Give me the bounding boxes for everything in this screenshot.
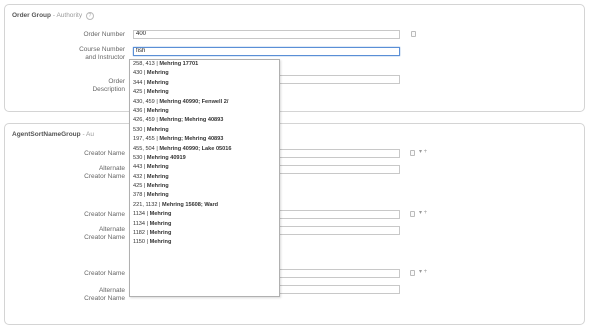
order-number-label: Order Number [83, 31, 125, 38]
alternate-creator-name-label: Alternate Creator Name [84, 226, 125, 241]
autocomplete-option[interactable]: 1134 | Mehring [130, 210, 279, 219]
autocomplete-option-description: Mehring 15608; Ward [162, 201, 219, 208]
order-group-title: Order Group [12, 12, 52, 19]
alternate-creator-name-label: Alternate Creator Name [84, 287, 125, 302]
autocomplete-option[interactable]: 430 | Mehring [130, 69, 279, 78]
autocomplete-option-description: Mehring [146, 192, 169, 199]
autocomplete-option-description: Mehring [149, 211, 172, 218]
autocomplete-option-code: 344 | [133, 79, 146, 86]
copy-icon[interactable] [411, 31, 416, 37]
autocomplete-option-description: Mehring 40990; Fenwell 2/ [159, 98, 229, 105]
autocomplete-option-code: 530 | [133, 126, 146, 133]
autocomplete-option-description: Mehring; Mehring 40893 [159, 136, 224, 143]
creator-name-label: Creator Name [84, 211, 125, 218]
autocomplete-option[interactable]: 425 | Mehring [130, 88, 279, 97]
autocomplete-option-code: 443 | [133, 164, 146, 171]
agent-group-legend: AgentSortNameGroup - Au [12, 131, 94, 138]
autocomplete-option-code: 378 | [133, 192, 146, 199]
autocomplete-option[interactable]: 443 | Mehring [130, 163, 279, 172]
order-group-panel: Order Group - Authority ? Order Number 4… [4, 4, 585, 112]
creator-name-label: Creator Name [84, 150, 125, 157]
autocomplete-option-code: 1134 | [133, 220, 149, 227]
autocomplete-option-description: Mehring 40919 [146, 154, 186, 161]
autocomplete-option-description: Mehring; Mehring 40893 [159, 117, 224, 124]
autocomplete-option-code: 436 | [133, 107, 146, 114]
help-icon[interactable]: ? [85, 12, 94, 20]
row-controls[interactable]: ▾ + [419, 210, 427, 217]
autocomplete-option[interactable]: 221, 1132 | Mehring 15608; Ward [130, 201, 279, 210]
autocomplete-option-code: 221, 1132 | [133, 201, 161, 208]
agent-group-subtitle: - Au [82, 131, 94, 138]
copy-icon[interactable] [410, 211, 415, 217]
autocomplete-option-description: Mehring [146, 173, 169, 180]
autocomplete-option-code: 425 | [133, 183, 146, 190]
autocomplete-option-code: 197, 455 | [133, 136, 158, 143]
agent-group-title: AgentSortNameGroup [12, 131, 81, 138]
autocomplete-option[interactable]: 197, 455 | Mehring; Mehring 40893 [130, 135, 279, 144]
autocomplete-option-code: 1182 | [133, 230, 149, 237]
autocomplete-option-code: 1150 | [133, 239, 149, 246]
autocomplete-option-description: Mehring [146, 164, 169, 171]
autocomplete-option[interactable]: 378 | Mehring [130, 191, 279, 200]
autocomplete-option[interactable]: 432 | Mehring [130, 173, 279, 182]
autocomplete-option[interactable]: 258, 413 | Mehring 17701 [130, 60, 279, 69]
autocomplete-option-description: Mehring [149, 230, 172, 237]
autocomplete-option-code: 258, 413 | [133, 61, 158, 67]
autocomplete-option-description: Mehring 17701 [159, 61, 199, 67]
copy-icon[interactable] [410, 150, 415, 156]
autocomplete-option[interactable]: 436 | Mehring [130, 107, 279, 116]
course-autocomplete-dropdown: 258, 413 | Mehring 17701 430 | Mehring 344… [129, 59, 280, 297]
autocomplete-option-description: Mehring [149, 220, 172, 227]
autocomplete-option[interactable]: 455, 504 | Mehring 40990; Lake 05016 [130, 145, 279, 154]
autocomplete-option-code: 430 | [133, 70, 146, 77]
alternate-creator-name-label: Alternate Creator Name [84, 165, 125, 180]
agent-group-panel: AgentSortNameGroup - Au Creator Name ▾ +… [4, 123, 585, 325]
autocomplete-option[interactable]: 425 | Mehring [130, 182, 279, 191]
order-number-input[interactable]: 400 [133, 30, 400, 39]
autocomplete-option-code: 426, 459 | [133, 117, 158, 124]
autocomplete-option-description: Mehring [146, 107, 169, 114]
autocomplete-option-code: 455, 504 | [133, 145, 158, 152]
order-description-label: Order Description [92, 78, 125, 93]
autocomplete-option-description: Mehring [146, 126, 169, 133]
order-group-subtitle: - Authority [52, 12, 83, 19]
autocomplete-option-code: 425 | [133, 89, 146, 96]
autocomplete-option[interactable]: 1134 | Mehring [130, 220, 279, 229]
row-controls[interactable]: ▾ + [419, 269, 427, 276]
autocomplete-option-description: Mehring 40990; Lake 05016 [159, 145, 232, 152]
autocomplete-option[interactable]: 430, 459 | Mehring 40990; Fenwell 2/ [130, 98, 279, 107]
autocomplete-option-description: Mehring [146, 89, 169, 96]
autocomplete-option-description: Mehring [146, 183, 169, 190]
creator-name-label: Creator Name [84, 270, 125, 277]
autocomplete-option-description: Mehring [146, 70, 169, 77]
autocomplete-option-code: 530 | [133, 154, 146, 161]
autocomplete-option[interactable]: 344 | Mehring [130, 79, 279, 88]
autocomplete-option[interactable]: 530 | Mehring 40919 [130, 154, 279, 163]
order-group-legend: Order Group - Authority ? [12, 12, 94, 20]
course-number-input[interactable]: fish [133, 47, 400, 56]
row-controls[interactable]: ▾ + [419, 149, 427, 156]
autocomplete-option[interactable]: 1150 | Mehring [130, 238, 279, 247]
autocomplete-option[interactable]: 530 | Mehring [130, 126, 279, 135]
autocomplete-option[interactable]: 426, 459 | Mehring; Mehring 40893 [130, 116, 279, 125]
autocomplete-option-code: 1134 | [133, 211, 149, 218]
autocomplete-option-code: 430, 459 | [133, 98, 158, 105]
copy-icon[interactable] [410, 270, 415, 276]
autocomplete-option-description: Mehring [146, 79, 169, 86]
autocomplete-option-code: 432 | [133, 173, 146, 180]
autocomplete-option[interactable]: 1182 | Mehring [130, 229, 279, 238]
autocomplete-option-description: Mehring [149, 239, 172, 246]
course-number-label: Course Number and Instructor [79, 46, 125, 61]
